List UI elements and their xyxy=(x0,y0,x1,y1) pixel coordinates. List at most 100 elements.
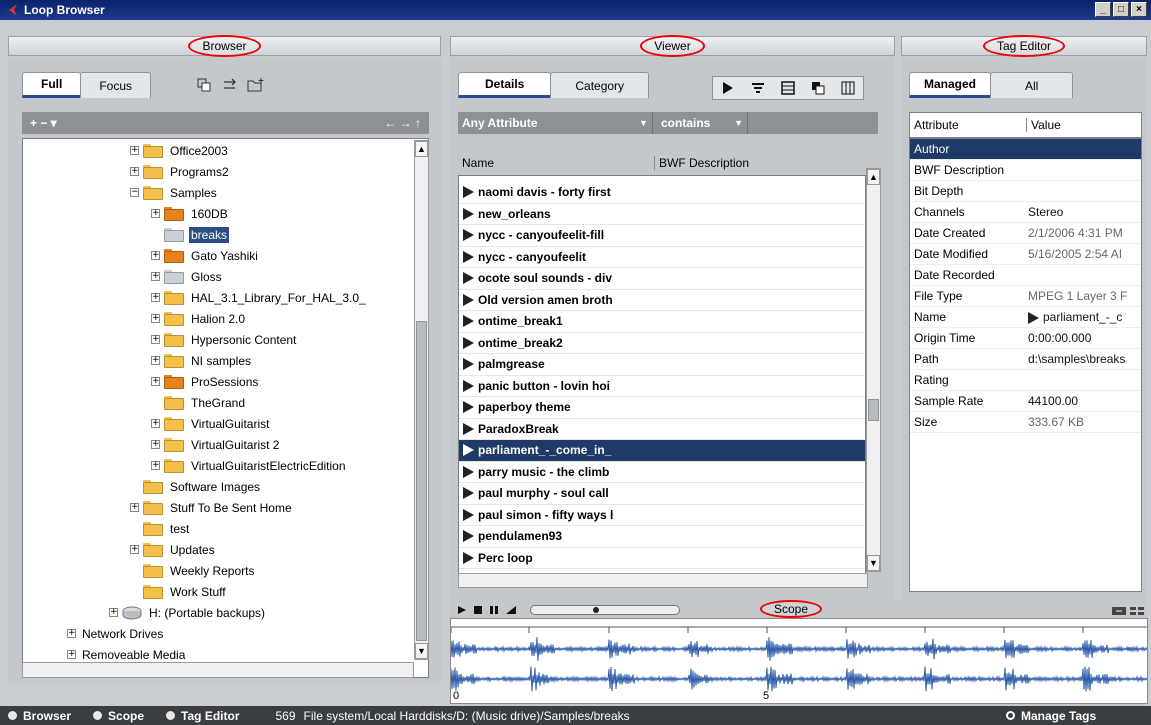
tag-row[interactable]: Date Modified 5/16/2005 2:54 AI xyxy=(910,244,1141,265)
tab-all[interactable]: All xyxy=(990,72,1074,98)
list-item[interactable]: palmgrease xyxy=(459,354,865,376)
expand-icon[interactable]: + xyxy=(130,167,139,176)
play-icon[interactable] xyxy=(456,604,468,616)
tree-item[interactable]: Software Images xyxy=(130,476,262,497)
zoom-fit-icon[interactable] xyxy=(1112,605,1126,617)
expand-icon[interactable]: + xyxy=(151,293,160,302)
tree-item[interactable]: + Gloss xyxy=(151,266,224,287)
tree-item[interactable]: TheGrand xyxy=(151,392,247,413)
filter-value-field[interactable] xyxy=(748,112,878,134)
tag-row[interactable]: Name parliament_-_c xyxy=(910,307,1141,328)
tag-value[interactable]: MPEG 1 Layer 3 F xyxy=(1026,289,1127,303)
scroll-down-arrow[interactable]: ▼ xyxy=(867,555,880,571)
expand-icon[interactable]: + xyxy=(130,146,139,155)
tree-item[interactable]: + ProSessions xyxy=(151,371,260,392)
tag-value[interactable]: 5/16/2005 2:54 AI xyxy=(1026,247,1122,261)
expand-icon[interactable]: + xyxy=(151,419,160,428)
tag-value[interactable]: parliament_-_c xyxy=(1026,310,1122,324)
tag-table[interactable]: Author BWF Description Bit Depth Channels St… xyxy=(909,138,1142,592)
file-list[interactable]: naomi davis - forty first new_orleans nycc… xyxy=(458,175,866,586)
list-item[interactable]: nycc - canyoufeelit xyxy=(459,247,865,268)
tag-value[interactable]: d:\samples\breaks xyxy=(1026,352,1125,366)
tree-navigation-arrows[interactable]: ← → ↑ xyxy=(384,116,421,130)
tree-add-remove-controls[interactable]: + − ▾ xyxy=(30,116,57,130)
close-button[interactable]: × xyxy=(1131,2,1147,17)
tree-item[interactable]: + H: (Portable backups) xyxy=(109,602,267,623)
tree-item[interactable]: + Gato Yashiki xyxy=(151,245,260,266)
slider-handle[interactable] xyxy=(593,607,599,613)
column-name[interactable]: Name xyxy=(458,156,654,170)
tree-item[interactable]: + VirtualGuitarist 2 xyxy=(151,434,281,455)
list-item[interactable]: parliament_-_come_in_ xyxy=(459,440,865,462)
window-view-icon[interactable] xyxy=(809,79,827,97)
tag-value[interactable]: 0:00:00.000 xyxy=(1026,331,1091,345)
scroll-down-arrow[interactable]: ▼ xyxy=(415,643,428,659)
tree-item[interactable]: + Office2003 xyxy=(130,140,230,161)
list-scroll-thumb[interactable] xyxy=(868,399,879,421)
waveform-scope[interactable]: 0 5 xyxy=(450,618,1149,704)
list-item[interactable]: new_orleans xyxy=(459,204,865,225)
tag-row[interactable]: Origin Time 0:00:00.000 xyxy=(910,328,1141,349)
manage-tags-button[interactable]: Manage Tags xyxy=(1006,709,1096,723)
list-item[interactable]: ontime_break2 xyxy=(459,333,865,354)
expand-icon[interactable]: + xyxy=(151,335,160,344)
expand-icon[interactable]: + xyxy=(151,209,160,218)
tree-item[interactable]: + Network Drives xyxy=(67,623,165,644)
tree-item[interactable]: + Stuff To Be Sent Home xyxy=(130,497,294,518)
list-item[interactable]: paul simon - fifty ways l xyxy=(459,505,865,526)
list-item[interactable]: ocote soul sounds - div xyxy=(459,268,865,290)
tag-row[interactable]: File Type MPEG 1 Layer 3 F xyxy=(910,286,1141,307)
statusbar-tag-editor-toggle[interactable]: Tag Editor xyxy=(166,709,240,723)
list-item[interactable]: nycc - canyoufeelit-fill xyxy=(459,225,865,247)
pause-icon[interactable] xyxy=(488,604,500,616)
tree-item[interactable]: + Updates xyxy=(130,539,217,560)
tree-item[interactable]: +160DB xyxy=(151,203,230,224)
list-item[interactable]: Old version amen broth xyxy=(459,290,865,311)
tree-item[interactable]: − Samples xyxy=(130,182,219,203)
list-item[interactable]: panic button - lovin hoi xyxy=(459,376,865,397)
list-item[interactable]: pendulamen93 xyxy=(459,526,865,548)
list-item[interactable]: ParadoxBreak xyxy=(459,419,865,440)
collapse-icon[interactable]: − xyxy=(130,188,139,197)
list-item[interactable]: paul murphy - soul call xyxy=(459,483,865,505)
column-bwf-description[interactable]: BWF Description xyxy=(654,156,749,170)
list-item[interactable]: naomi davis - forty first xyxy=(459,182,865,204)
scroll-up-arrow[interactable]: ▲ xyxy=(867,169,880,185)
tab-managed[interactable]: Managed xyxy=(909,72,992,98)
operator-select[interactable]: contains ▼ xyxy=(653,112,748,134)
tree-item[interactable]: + Hypersonic Content xyxy=(151,329,298,350)
tree-item[interactable]: Work Stuff xyxy=(130,581,228,602)
statusbar-browser-toggle[interactable]: Browser xyxy=(8,709,71,723)
expand-icon[interactable]: + xyxy=(151,440,160,449)
list-hscrollbar[interactable] xyxy=(458,573,868,588)
expand-icon[interactable]: + xyxy=(130,503,139,512)
expand-icon[interactable]: + xyxy=(151,272,160,281)
tag-row[interactable]: Date Recorded xyxy=(910,265,1141,286)
columns-icon[interactable] xyxy=(839,79,857,97)
tag-row[interactable]: Path d:\samples\breaks xyxy=(910,349,1141,370)
maximize-button[interactable]: □ xyxy=(1113,2,1129,17)
play-icon[interactable] xyxy=(719,79,737,97)
copy-icon[interactable] xyxy=(195,76,213,94)
tree-item[interactable]: breaks xyxy=(151,224,230,245)
tree-hscrollbar[interactable] xyxy=(22,662,414,678)
list-item[interactable]: Perc loop xyxy=(459,548,865,569)
expand-icon[interactable]: + xyxy=(151,314,160,323)
tab-focus[interactable]: Focus xyxy=(80,72,152,98)
statusbar-scope-toggle[interactable]: Scope xyxy=(93,709,144,723)
tree-scroll-thumb[interactable] xyxy=(416,321,427,641)
attribute-select[interactable]: Any Attribute ▼ xyxy=(458,112,653,134)
tag-row[interactable]: Bit Depth xyxy=(910,181,1141,202)
tag-row[interactable]: Sample Rate 44100.00 xyxy=(910,391,1141,412)
tree-item[interactable]: + Halion 2.0 xyxy=(151,308,247,329)
scope-position-slider[interactable] xyxy=(530,605,680,615)
tab-category[interactable]: Category xyxy=(550,72,650,98)
tag-row[interactable]: Rating xyxy=(910,370,1141,391)
tag-row[interactable]: Channels Stereo xyxy=(910,202,1141,223)
expand-icon[interactable]: + xyxy=(151,377,160,386)
list-item[interactable]: parry music - the climb xyxy=(459,462,865,483)
grid-icon[interactable] xyxy=(1130,605,1144,617)
tag-row[interactable]: BWF Description xyxy=(910,160,1141,181)
tree-item[interactable]: + VirtualGuitarist xyxy=(151,413,271,434)
tab-full[interactable]: Full xyxy=(22,72,82,98)
